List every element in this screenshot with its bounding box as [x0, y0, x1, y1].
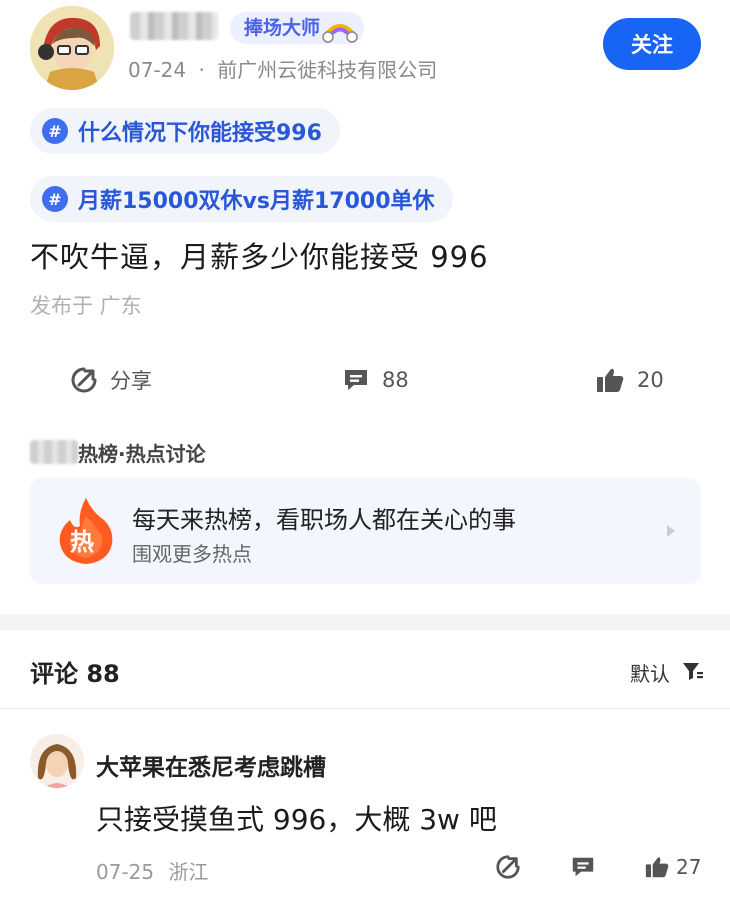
chevron-right-icon — [667, 525, 675, 537]
sort-selector[interactable]: 默认 — [630, 658, 670, 687]
hot-subtitle: 围观更多热点 — [132, 542, 252, 566]
author-avatar[interactable] — [30, 6, 114, 90]
comments-title: 评论 88 — [30, 660, 120, 688]
share-icon — [71, 367, 97, 393]
share-label: 分享 — [110, 369, 152, 393]
section-divider — [0, 614, 730, 630]
comment-location: 浙江 — [168, 860, 209, 884]
comment-date: 07-25 — [96, 860, 155, 884]
commenter-avatar[interactable] — [30, 734, 84, 788]
like-count: 20 — [637, 368, 664, 392]
author-badge: 捧场大师 — [230, 12, 365, 44]
comment-icon — [345, 370, 367, 390]
author-meta: 07-24 · 前广州云徙科技有限公司 — [128, 54, 437, 83]
comment-like-count: 27 — [676, 855, 702, 879]
comment-icon — [572, 857, 594, 877]
author-company[interactable]: 前广州云徙科技有限公司 — [217, 58, 437, 82]
post-date: 07-24 — [128, 58, 187, 82]
badge-label: 捧场大师 — [244, 17, 321, 39]
comment-share-button[interactable] — [495, 852, 527, 882]
share-icon — [496, 855, 520, 879]
topic-label: 月薪15000双休vs月薪17000单休 — [78, 189, 435, 214]
rainbow-emblem-icon — [322, 24, 358, 43]
thumbs-up-icon — [597, 368, 624, 392]
comment-meta: 07-25 浙江 — [96, 856, 208, 885]
post-location: 发布于 广东 — [30, 294, 142, 318]
comment-like-button[interactable]: 27 — [644, 852, 701, 882]
like-button[interactable]: 20 — [595, 360, 664, 400]
topic-label: 什么情况下你能接受996 — [78, 121, 322, 146]
hashtag-icon: # — [42, 186, 68, 212]
comment-reply-button[interactable] — [570, 852, 602, 882]
comment-text: 只接受摸鱼式 996，大概 3w 吧 — [96, 803, 497, 836]
hot-icon-char: 热 — [70, 528, 94, 556]
hot-source-blurred — [30, 440, 78, 464]
topic-tag[interactable]: # 什么情况下你能接受996 — [30, 108, 340, 154]
hashtag-icon: # — [42, 118, 68, 144]
share-button[interactable]: 分享 — [70, 360, 152, 400]
comment-count: 88 — [382, 368, 409, 392]
topic-tag[interactable]: # 月薪15000双休vs月薪17000单休 — [30, 176, 453, 222]
hot-title: 每天来热榜，看职场人都在关心的事 — [132, 506, 516, 534]
hot-list-card[interactable]: 热 每天来热榜，看职场人都在关心的事 围观更多热点 — [30, 478, 701, 584]
username-blurred[interactable] — [130, 12, 218, 40]
filter-icon[interactable] — [682, 661, 704, 681]
commenter-name[interactable]: 大苹果在悉尼考虑跳槽 — [96, 748, 326, 782]
hot-section-label: 热榜·热点讨论 — [78, 442, 206, 466]
post-body: 不吹牛逼，月薪多少你能接受 996 — [30, 240, 489, 274]
comment-button[interactable]: 88 — [342, 360, 409, 400]
thumbs-up-icon — [645, 857, 669, 878]
follow-button[interactable]: 关注 — [603, 18, 701, 70]
thin-divider — [0, 708, 730, 709]
meta-separator: · — [198, 58, 205, 82]
